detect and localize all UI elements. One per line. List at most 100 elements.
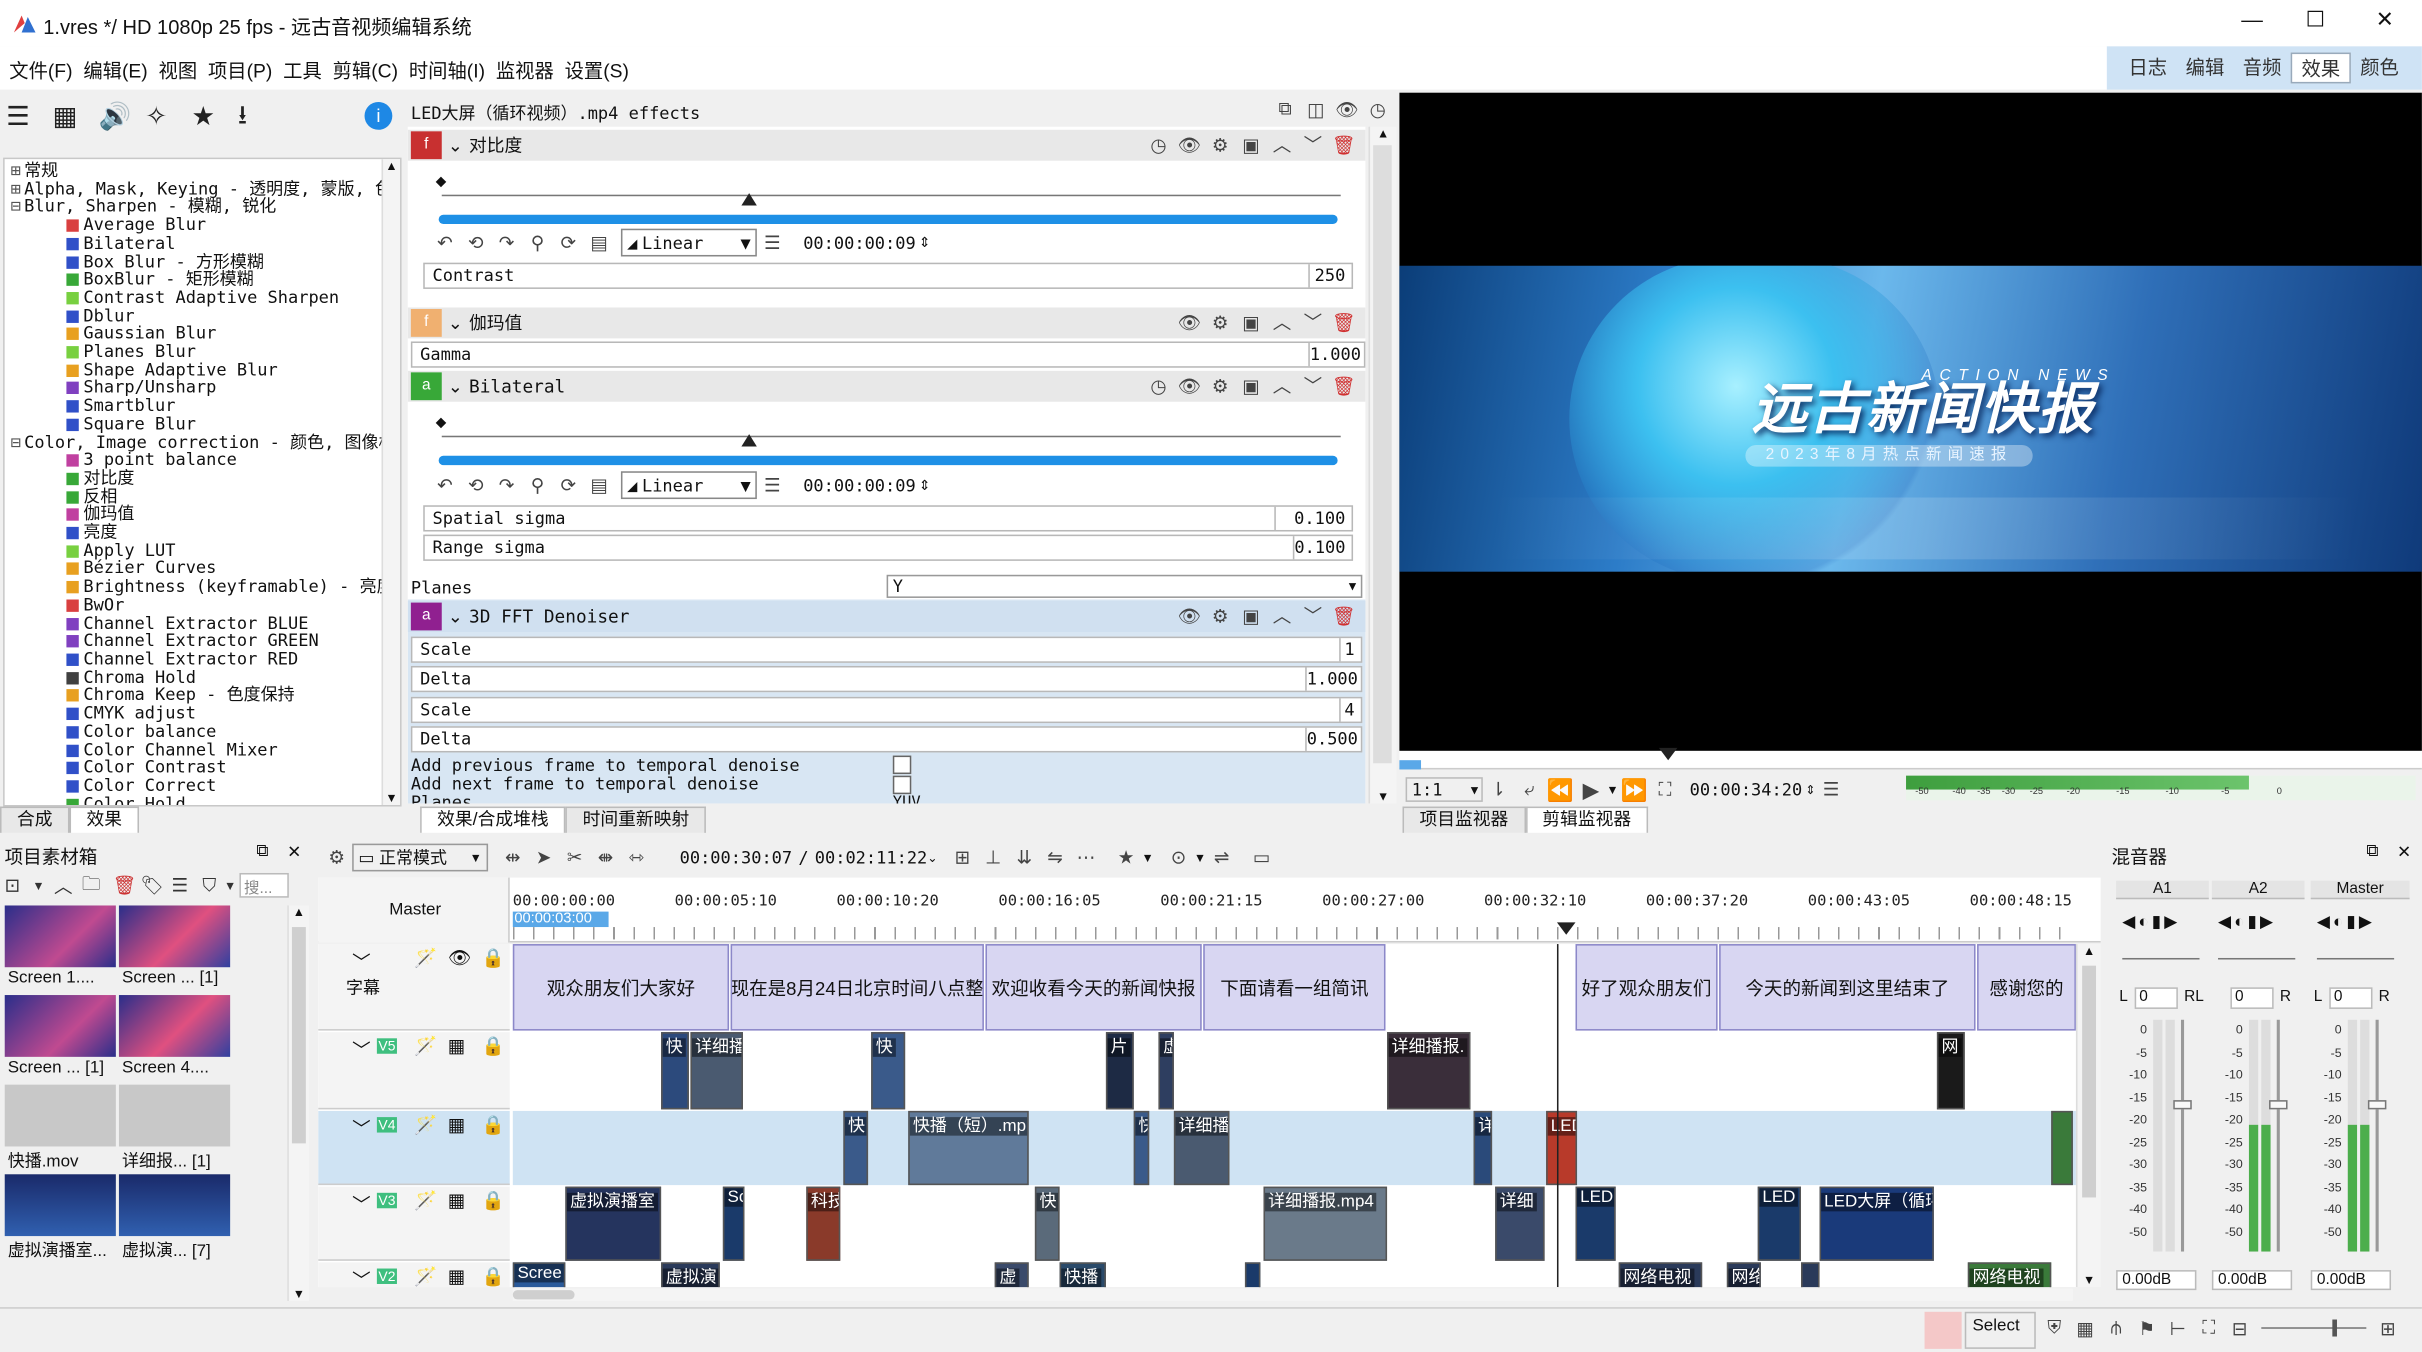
zoom-fit-icon[interactable]: ⇌ bbox=[1206, 847, 1237, 869]
keyframe-progress-bar[interactable] bbox=[438, 455, 1338, 466]
keyframe-timecode[interactable]: 00:00:00:09 bbox=[803, 475, 916, 495]
save-icon[interactable]: ▣ bbox=[1236, 375, 1267, 397]
video-clip[interactable]: 虚拟演 bbox=[661, 1262, 720, 1288]
tab-effect-stack[interactable]: 效果/合成堆栈 bbox=[420, 806, 566, 833]
pan-slider[interactable] bbox=[2122, 957, 2200, 960]
effect-tree-item[interactable]: Apply LUT bbox=[11, 541, 400, 560]
keyframe-ruler[interactable]: ◆ bbox=[436, 173, 1341, 235]
monitor-viewport[interactable]: 远古新闻快报 ACTION NEWS 2023年8月热点新闻速报 bbox=[1399, 92, 2422, 751]
effect-header-bilateral[interactable]: a ⌄ Bilateral ◷ 👁 ⚙ ▣ ︿ ﹀ 🗑 bbox=[407, 370, 1366, 402]
video-clip[interactable]: 虚拟演播室 bbox=[565, 1186, 662, 1261]
effect-tree-item[interactable]: CMYK adjust bbox=[11, 704, 400, 723]
settings-sliders-icon[interactable]: ⚙ bbox=[1205, 375, 1236, 397]
prev-keyframe-icon[interactable]: ↶ bbox=[429, 232, 460, 254]
effect-wand-icon[interactable]: 🪄 bbox=[414, 1190, 437, 1212]
monitor-ruler[interactable] bbox=[1399, 747, 2422, 770]
menu-tools[interactable]: 工具 bbox=[283, 53, 322, 82]
video-clip[interactable]: 快 bbox=[1034, 1186, 1060, 1261]
menu-lines-icon[interactable]: ☰ bbox=[757, 474, 788, 496]
tag-icon[interactable]: 🏷 bbox=[141, 875, 172, 897]
volume-fader[interactable] bbox=[2269, 1019, 2288, 1252]
video-clip[interactable]: 网络 bbox=[1726, 1262, 1761, 1288]
delete-icon[interactable]: 🗑 bbox=[113, 875, 141, 897]
timer-icon[interactable]: ◷ bbox=[1362, 98, 1393, 120]
film-icon[interactable]: ▦ bbox=[448, 1114, 466, 1136]
contrast-field[interactable]: Contrast 250 bbox=[423, 262, 1354, 289]
snap-icon[interactable]: ⊢ bbox=[2162, 1317, 2193, 1339]
tab-project-monitor[interactable]: 项目监视器 bbox=[1402, 806, 1526, 833]
effect-tree-item[interactable]: 对比度 bbox=[11, 469, 400, 488]
snap-icon[interactable]: ⊞ bbox=[947, 847, 978, 869]
keyframe-progress-bar[interactable] bbox=[438, 214, 1338, 225]
settings-sliders-icon[interactable]: ⚙ bbox=[1205, 311, 1236, 333]
video-clip[interactable]: 快 bbox=[843, 1110, 869, 1186]
fft-planes-value[interactable]: YUV bbox=[893, 794, 921, 803]
effect-tree-item[interactable]: 伽玛值 bbox=[11, 505, 400, 524]
menu-file[interactable]: 文件(F) bbox=[9, 53, 72, 82]
keyframe-timecode[interactable]: 00:00:00:09 bbox=[803, 233, 916, 253]
video-clip[interactable]: 网络电视 bbox=[1618, 1262, 1703, 1288]
copy-keyframe-icon[interactable]: ⟳ bbox=[553, 474, 584, 496]
effect-tree-item[interactable]: 反相 bbox=[11, 487, 400, 506]
monitor-playhead[interactable] bbox=[1658, 747, 1678, 761]
video-clip[interactable]: 快播 bbox=[1059, 1262, 1106, 1288]
menu-monitor[interactable]: 监视器 bbox=[496, 53, 554, 82]
timeline-position[interactable]: 00:00:30:07 bbox=[680, 847, 793, 867]
bin-clip[interactable]: 快播.mov bbox=[4, 1084, 116, 1171]
bin-search-input[interactable]: 搜... bbox=[239, 872, 289, 898]
eye-icon[interactable]: 👁 bbox=[1174, 311, 1205, 333]
interpolation-select[interactable]: ◢ Linear ▼ bbox=[620, 471, 757, 500]
pan-value-input[interactable]: 0 bbox=[2134, 987, 2178, 1009]
subtitle-clip[interactable]: 好了观众朋友们 bbox=[1575, 944, 1718, 1031]
chevron-down-icon[interactable]: ﹀ bbox=[352, 1116, 371, 1142]
volume-db-input[interactable]: 0.00dB bbox=[2116, 1270, 2197, 1291]
volume-db-input[interactable]: 0.00dB bbox=[2211, 1270, 2293, 1291]
effect-tree-item[interactable]: ⊟ Color, Image correction - 颜色, 图像校 bbox=[11, 433, 400, 451]
folder-icon[interactable]: 🗀 bbox=[82, 869, 113, 901]
keyframe-timer-icon[interactable]: ◷ bbox=[1143, 134, 1174, 156]
track-config-icon[interactable]: ⇹ bbox=[497, 847, 528, 869]
spin-icon[interactable]: ⇕ bbox=[919, 477, 931, 494]
spin-icon[interactable]: ⇕ bbox=[919, 234, 931, 251]
eye-icon[interactable]: 👁 bbox=[1174, 375, 1205, 397]
cut-zone-icon[interactable]: ⤶ bbox=[1514, 778, 1545, 801]
timeline-playhead[interactable] bbox=[1556, 944, 1559, 1288]
menu-project[interactable]: 项目(P) bbox=[208, 53, 272, 82]
video-clip[interactable]: 快 bbox=[1133, 1110, 1150, 1186]
split-view-icon[interactable]: ◫ bbox=[1301, 98, 1332, 120]
effect-tree-item[interactable]: Dblur bbox=[11, 306, 400, 325]
chevron-down-icon[interactable]: ﹀ bbox=[352, 1267, 371, 1287]
playhead-marker[interactable] bbox=[741, 193, 757, 206]
planes-select[interactable]: Y ▼ bbox=[886, 574, 1363, 598]
overwrite-icon[interactable]: ⇊ bbox=[1009, 847, 1040, 869]
marker-icon[interactable]: ⚑ bbox=[2132, 1317, 2163, 1339]
favorite-effect-icon[interactable]: ★ bbox=[1111, 847, 1142, 869]
effect-tree-item[interactable]: Brightness (keyframable) - 亮度 ( bbox=[11, 578, 400, 596]
chevron-down-icon[interactable]: ⌄ bbox=[448, 312, 463, 334]
razor-tool-icon[interactable]: ✂ bbox=[559, 847, 590, 869]
rewind-icon[interactable]: ⏪ bbox=[1545, 776, 1576, 802]
effect-tree-item[interactable]: Channel Extractor GREEN bbox=[11, 632, 400, 650]
copy-keyframe-icon[interactable]: ⟳ bbox=[553, 232, 584, 254]
timeline-menu-icon[interactable]: ▭ bbox=[1246, 847, 1277, 869]
shield-icon[interactable]: ⛨ bbox=[2039, 1316, 2070, 1339]
delete-icon[interactable]: 🗑 bbox=[1328, 605, 1359, 627]
timeline-settings-icon[interactable]: ⚙ bbox=[321, 847, 352, 869]
workspace-editing[interactable]: 编辑 bbox=[2176, 53, 2233, 84]
effect-tree-item[interactable]: Color balance bbox=[11, 722, 400, 741]
delete-icon[interactable]: 🗑 bbox=[1328, 375, 1359, 397]
chevron-down-icon[interactable]: ⌄ bbox=[448, 134, 463, 157]
video-clip[interactable]: LED bbox=[1757, 1186, 1802, 1261]
video-clip[interactable]: 详细播报. bbox=[1387, 1032, 1471, 1110]
timeline-hscroll[interactable] bbox=[512, 1288, 2073, 1301]
workspace-audio[interactable]: 音频 bbox=[2234, 53, 2291, 84]
workspace-color[interactable]: 颜色 bbox=[2351, 53, 2408, 84]
effect-tree-item[interactable]: ⊞ 常规 bbox=[11, 162, 400, 180]
channel-controls-icon[interactable]: ◀◐▮▶ bbox=[2317, 912, 2375, 932]
video-clip[interactable]: LED 对比 bbox=[1546, 1110, 1578, 1186]
pan-value-input[interactable]: 0 bbox=[2329, 987, 2373, 1009]
effect-header-contrast[interactable]: f ⌄ 对比度 ◷ 👁 ⚙ ▣ ︿ ﹀ 🗑 bbox=[407, 129, 1366, 161]
effects-scrollbar[interactable]: ▲ ▼ bbox=[381, 159, 401, 805]
lock-icon[interactable]: 🔒 bbox=[482, 1190, 505, 1212]
gamma-field[interactable]: Gamma 1.000 bbox=[410, 341, 1366, 368]
